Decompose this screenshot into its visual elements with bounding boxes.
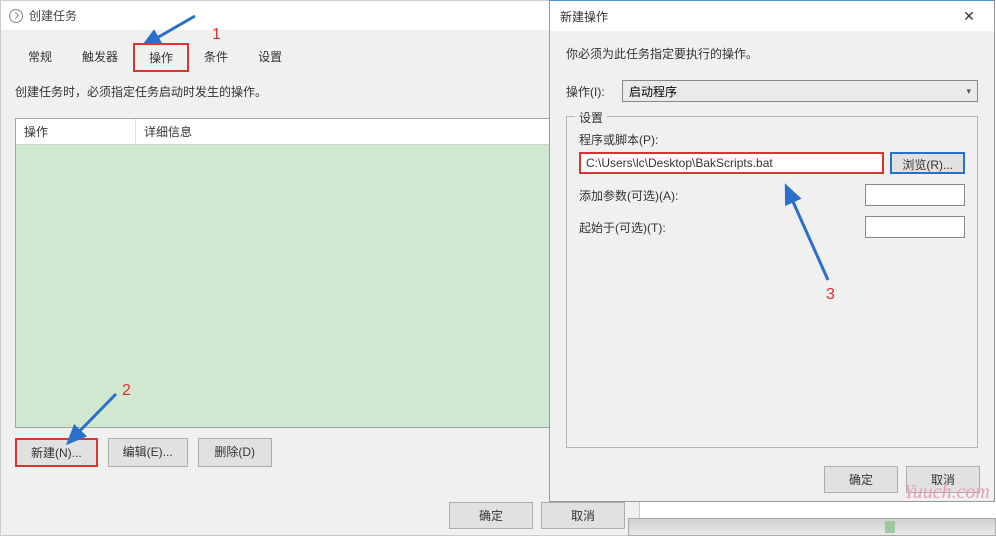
chevron-down-icon: ▾ <box>966 86 971 97</box>
new-action-dialog: 新建操作 ✕ 你必须为此任务指定要执行的操作。 操作(I): 启动程序 ▾ 设置… <box>549 0 995 502</box>
create-task-dialog: 创建任务 常规 触发器 操作 条件 设置 创建任务时，必须指定任务启动时发生的操… <box>0 0 640 536</box>
child-ok-button[interactable]: 确定 <box>824 466 898 493</box>
child-instruction: 你必须为此任务指定要执行的操作。 <box>566 45 978 62</box>
child-footer: 确定 取消 <box>824 466 980 493</box>
start-in-field: 起始于(可选)(T): <box>579 216 965 238</box>
bottom-scrollbar[interactable] <box>628 518 996 536</box>
tab-conditions[interactable]: 条件 <box>189 43 243 72</box>
button-row: 新建(N)... 编辑(E)... 删除(D) <box>15 438 625 467</box>
tab-settings[interactable]: 设置 <box>243 43 297 72</box>
args-label: 添加参数(可选)(A): <box>579 187 678 204</box>
group-legend: 设置 <box>575 109 607 126</box>
args-input[interactable] <box>865 184 965 206</box>
start-in-input[interactable] <box>865 216 965 238</box>
settings-group: 设置 程序或脚本(P): 浏览(R)... 添加参数(可选)(A): 起始于(可… <box>566 116 978 448</box>
edit-button[interactable]: 编辑(E)... <box>108 438 188 467</box>
args-field: 添加参数(可选)(A): <box>579 184 965 206</box>
col-action[interactable]: 操作 <box>16 119 136 144</box>
start-in-label: 起始于(可选)(T): <box>579 219 666 236</box>
clock-icon <box>9 9 23 23</box>
child-cancel-button[interactable]: 取消 <box>906 466 980 493</box>
title-bar: 创建任务 <box>1 1 639 31</box>
instruction-text: 创建任务时，必须指定任务启动时发生的操作。 <box>15 83 625 100</box>
action-row: 操作(I): 启动程序 ▾ <box>566 80 978 102</box>
delete-button[interactable]: 删除(D) <box>198 438 272 467</box>
child-body: 你必须为此任务指定要执行的操作。 操作(I): 启动程序 ▾ 设置 程序或脚本(… <box>550 31 994 463</box>
tab-triggers[interactable]: 触发器 <box>67 43 133 72</box>
tab-actions[interactable]: 操作 <box>133 43 189 72</box>
close-icon[interactable]: ✕ <box>954 4 984 28</box>
new-button[interactable]: 新建(N)... <box>15 438 98 467</box>
child-title-bar: 新建操作 ✕ <box>550 1 994 31</box>
cancel-button[interactable]: 取消 <box>541 502 625 529</box>
tab-strip: 常规 触发器 操作 条件 设置 <box>1 31 639 69</box>
ok-button[interactable]: 确定 <box>449 502 533 529</box>
tab-general[interactable]: 常规 <box>13 43 67 72</box>
dialog-title: 创建任务 <box>29 7 77 24</box>
program-input[interactable] <box>579 152 884 174</box>
program-label: 程序或脚本(P): <box>579 131 965 148</box>
program-field: 程序或脚本(P): 浏览(R)... <box>579 131 965 174</box>
child-dialog-title: 新建操作 <box>560 8 608 25</box>
list-header: 操作 详细信息 <box>16 119 624 145</box>
action-dropdown[interactable]: 启动程序 ▾ <box>622 80 978 102</box>
actions-list: 操作 详细信息 <box>15 118 625 428</box>
content-panel: 创建任务时，必须指定任务启动时发生的操作。 操作 详细信息 新建(N)... 编… <box>1 69 639 535</box>
action-label: 操作(I): <box>566 83 612 100</box>
action-value: 启动程序 <box>629 83 677 100</box>
browse-button[interactable]: 浏览(R)... <box>890 152 965 174</box>
